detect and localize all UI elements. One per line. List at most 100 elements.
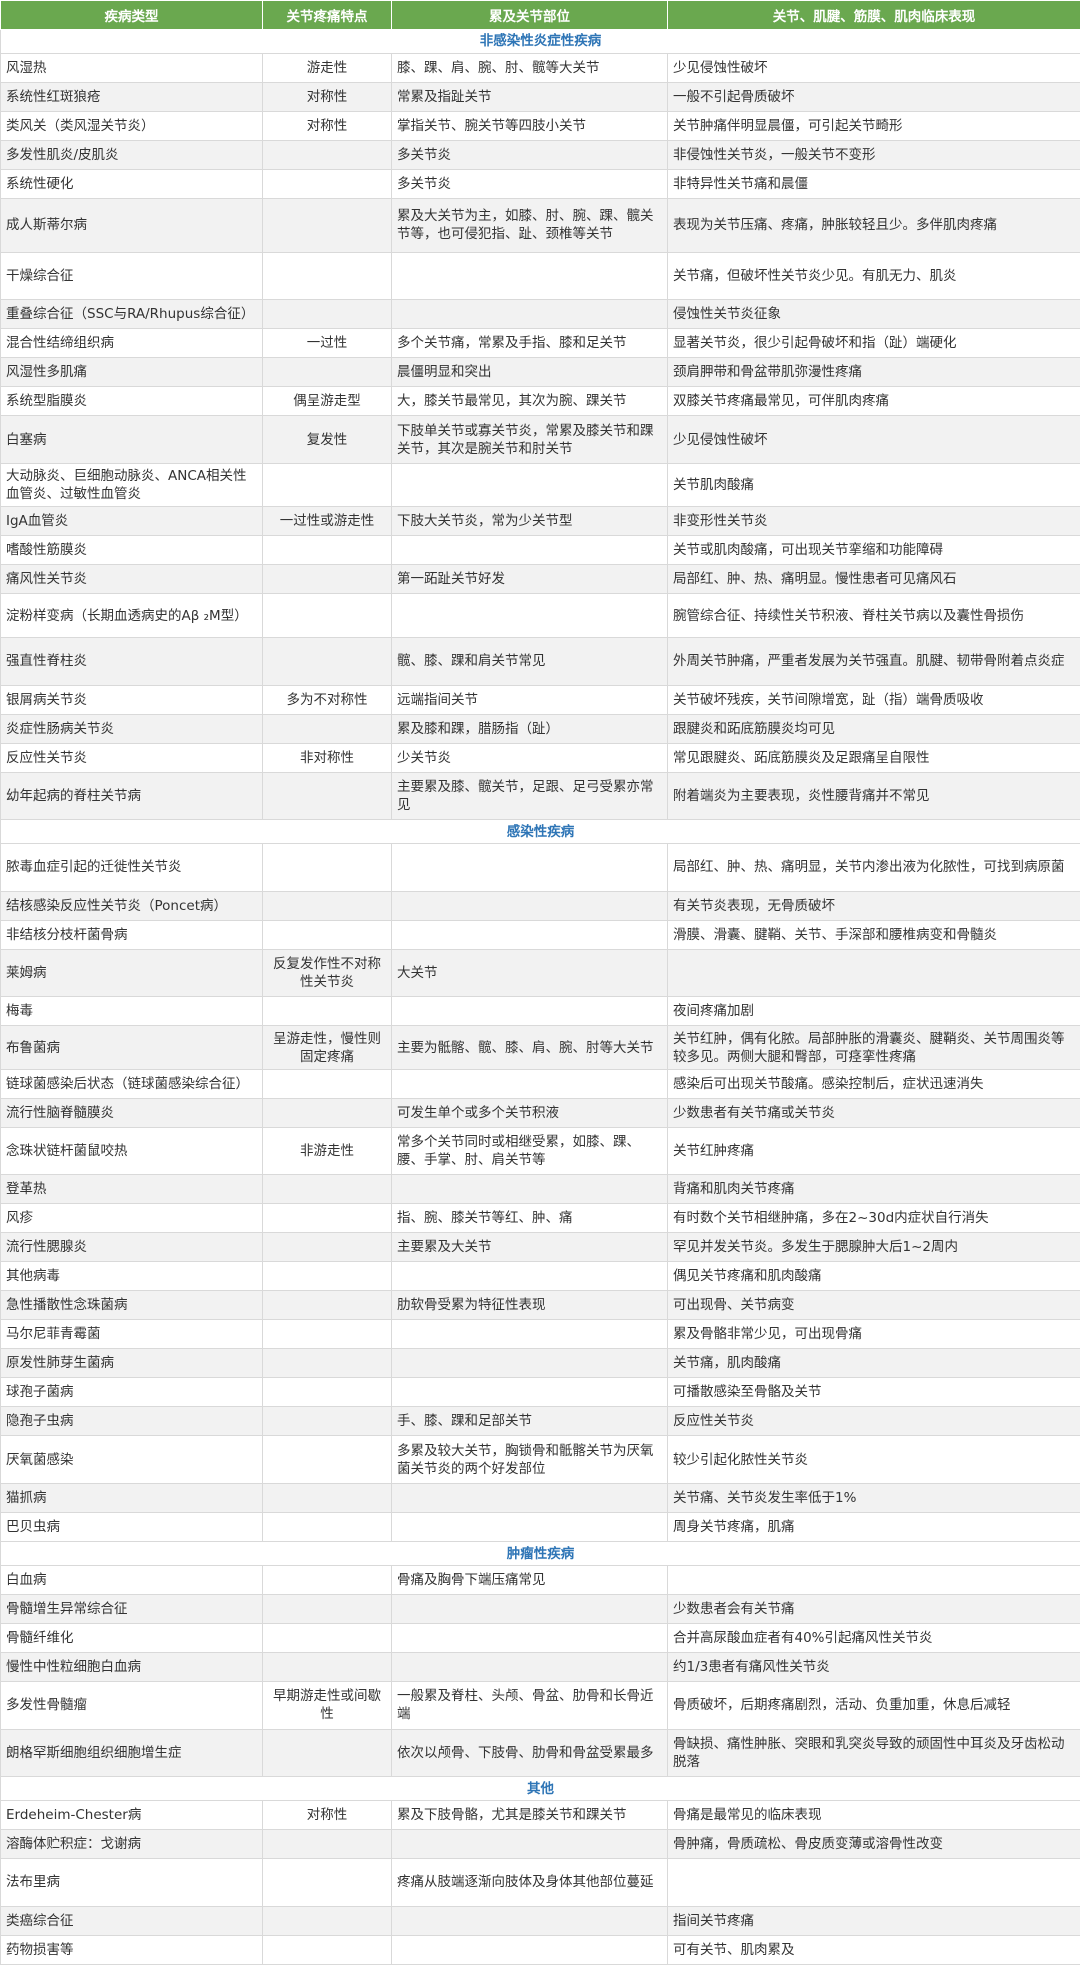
table-row: 登革热 背痛和肌肉关节疼痛 xyxy=(0,1174,1080,1205)
joint-site-cell xyxy=(391,1622,668,1653)
disease-name-cell: 多发性骨髓瘤 xyxy=(0,1680,263,1730)
pain-feature-cell: 非对称性 xyxy=(262,742,392,773)
disease-name-cell: 球孢子菌病 xyxy=(0,1377,263,1408)
pain-feature-cell xyxy=(262,1290,392,1321)
joint-site-cell xyxy=(391,1512,668,1543)
table-row: 法布里病 疼痛从肢端逐渐向肢体及身体其他部位蔓延 xyxy=(0,1858,1080,1907)
manifestation-cell: 夜间疼痛加剧 xyxy=(667,996,1080,1027)
joint-site-cell: 多关节炎 xyxy=(391,139,668,170)
table-row: 念珠状链杆菌鼠咬热 非游走性 常多个关节同时或相继受累，如膝、踝、腰、手掌、肘、肩关… xyxy=(0,1126,1080,1176)
disease-name-cell: 风疹 xyxy=(0,1203,263,1234)
manifestation-cell: 周身关节疼痛，肌痛 xyxy=(667,1512,1080,1543)
pain-feature-cell xyxy=(262,1348,392,1379)
disease-name-cell: 朗格罕斯细胞组织细胞增生症 xyxy=(0,1728,263,1778)
joint-site-cell: 大关节 xyxy=(391,948,668,998)
pain-feature-cell xyxy=(262,299,392,330)
joint-site-cell xyxy=(391,1934,668,1965)
manifestation-cell: 外周关节肿痛，严重者发展为关节强直。肌腱、韧带骨附着点炎症 xyxy=(667,636,1080,686)
disease-name-cell: 其他病毒 xyxy=(0,1261,263,1292)
joint-site-cell: 一般累及脊柱、头颅、骨盆、肋骨和长骨近端 xyxy=(391,1680,668,1730)
disease-name-cell: 流行性脑脊髓膜炎 xyxy=(0,1097,263,1128)
pain-feature-cell xyxy=(262,1651,392,1682)
table-row: 莱姆病 反复发作性不对称性关节炎 大关节 xyxy=(0,948,1080,998)
joint-site-cell: 多个关节痛，常累及手指、膝和足关节 xyxy=(391,328,668,359)
disease-name-cell: 类风关（类风湿关节炎） xyxy=(0,110,263,141)
manifestation-cell: 关节红肿疼痛 xyxy=(667,1126,1080,1176)
pain-feature-cell: 对称性 xyxy=(262,81,392,112)
manifestation-cell: 骨缺损、痛性肿胀、突眼和乳突炎导致的顽固性中耳炎及牙齿松动脱落 xyxy=(667,1728,1080,1778)
disease-name-cell: 淀粉样变病（长期血透病史的Aβ ₂M型） xyxy=(0,593,263,638)
pain-feature-cell: 一过性 xyxy=(262,328,392,359)
joint-site-cell: 髋、膝、踝和肩关节常见 xyxy=(391,636,668,686)
table-row: 系统性硬化 多关节炎 非特异性关节痛和晨僵 xyxy=(0,168,1080,199)
manifestation-cell: 可有关节、肌肉累及 xyxy=(667,1934,1080,1965)
manifestation-cell: 有关节炎表现，无骨质破坏 xyxy=(667,890,1080,921)
manifestation-cell: 一般不引起骨质破坏 xyxy=(667,81,1080,112)
joint-site-cell xyxy=(391,1348,668,1379)
pain-feature-cell xyxy=(262,1203,392,1234)
joint-site-cell: 疼痛从肢端逐渐向肢体及身体其他部位蔓延 xyxy=(391,1858,668,1907)
header-joint-pain-features: 关节疼痛特点 xyxy=(262,0,392,30)
joint-site-cell xyxy=(391,1174,668,1205)
disease-name-cell: 法布里病 xyxy=(0,1858,263,1907)
pain-feature-cell xyxy=(262,771,392,821)
joint-site-cell: 肋软骨受累为特征性表现 xyxy=(391,1290,668,1321)
disease-name-cell: 溶酶体贮积症：戈谢病 xyxy=(0,1829,263,1860)
section-row: 其他 xyxy=(0,1776,1080,1802)
manifestation-cell: 显著关节炎，很少引起骨破坏和指（趾）端硬化 xyxy=(667,328,1080,359)
disease-name-cell: 炎症性肠病关节炎 xyxy=(0,713,263,744)
table-row: IgA血管炎 一过性或游走性 下肢大关节炎，常为少关节型 非变形性关节炎 xyxy=(0,506,1080,537)
manifestation-cell: 合并高尿酸血症者有40%引起痛风性关节炎 xyxy=(667,1622,1080,1653)
pain-feature-cell: 非游走性 xyxy=(262,1126,392,1176)
joint-site-cell xyxy=(391,1651,668,1682)
table-row: 类癌综合征 指间关节疼痛 xyxy=(0,1905,1080,1936)
section-title: 肿瘤性疾病 xyxy=(0,1541,1080,1566)
pain-feature-cell xyxy=(262,535,392,566)
manifestation-cell: 反应性关节炎 xyxy=(667,1406,1080,1437)
joint-site-cell xyxy=(391,593,668,638)
pain-feature-cell xyxy=(262,996,392,1027)
joint-site-cell: 第一跖趾关节好发 xyxy=(391,564,668,595)
pain-feature-cell: 对称性 xyxy=(262,110,392,141)
disease-name-cell: 药物损害等 xyxy=(0,1934,263,1965)
pain-feature-cell: 游走性 xyxy=(262,52,392,83)
joint-site-cell xyxy=(391,1593,668,1624)
joint-site-cell xyxy=(391,843,668,892)
pain-feature-cell xyxy=(262,890,392,921)
pain-feature-cell xyxy=(262,1232,392,1263)
pain-feature-cell xyxy=(262,1483,392,1514)
joint-site-cell xyxy=(391,1377,668,1408)
table-row: 溶酶体贮积症：戈谢病 骨肿痛，骨质疏松、骨皮质变薄或溶骨性改变 xyxy=(0,1829,1080,1860)
section-row: 肿瘤性疾病 xyxy=(0,1541,1080,1566)
disease-name-cell: 结核感染反应性关节炎（Poncet病） xyxy=(0,890,263,921)
table-row: 成人斯蒂尔病 累及大关节为主，如膝、肘、腕、踝、髋关节等，也可侵犯指、趾、颈椎等关… xyxy=(0,197,1080,253)
joint-site-cell: 下肢单关节或寡关节炎，常累及膝关节和踝关节，其次是腕关节和肘关节 xyxy=(391,415,668,464)
joint-site-cell: 手、膝、踝和足部关节 xyxy=(391,1406,668,1437)
section-title: 非感染性炎症性疾病 xyxy=(0,29,1080,54)
joint-site-cell xyxy=(391,535,668,566)
joint-site-cell: 多关节炎 xyxy=(391,168,668,199)
table-row: 重叠综合征（SSC与RA/Rhupus综合征） 侵蚀性关节炎征象 xyxy=(0,299,1080,330)
pain-feature-cell xyxy=(262,1406,392,1437)
disease-name-cell: 原发性肺芽生菌病 xyxy=(0,1348,263,1379)
manifestation-cell: 非变形性关节炎 xyxy=(667,506,1080,537)
pain-feature-cell xyxy=(262,1097,392,1128)
manifestation-cell: 可播散感染至骨骼及关节 xyxy=(667,1377,1080,1408)
pain-feature-cell xyxy=(262,1564,392,1595)
pain-feature-cell xyxy=(262,1319,392,1350)
manifestation-cell: 关节肿痛伴明显晨僵，可引起关节畸形 xyxy=(667,110,1080,141)
pain-feature-cell: 呈游走性，慢性则固定疼痛 xyxy=(262,1025,392,1070)
pain-feature-cell xyxy=(262,843,392,892)
joint-site-cell: 膝、踝、肩、腕、肘、髋等大关节 xyxy=(391,52,668,83)
pain-feature-cell: 偶呈游走型 xyxy=(262,386,392,417)
pain-feature-cell xyxy=(262,1905,392,1936)
table-row: 风疹 指、腕、膝关节等红、肿、痛 有时数个关节相继肿痛，多在2~30d内症状自行消失 xyxy=(0,1203,1080,1234)
pain-feature-cell xyxy=(262,139,392,170)
manifestation-cell: 感染后可出现关节酸痛。感染控制后，症状迅速消失 xyxy=(667,1068,1080,1099)
disease-name-cell: 成人斯蒂尔病 xyxy=(0,197,263,253)
table-row: 药物损害等 可有关节、肌肉累及 xyxy=(0,1934,1080,1965)
disease-name-cell: 隐孢子虫病 xyxy=(0,1406,263,1437)
joint-site-cell: 远端指间关节 xyxy=(391,684,668,715)
table-row: 多发性骨髓瘤 早期游走性或间歇性 一般累及脊柱、头颅、骨盆、肋骨和长骨近端 骨质破坏，… xyxy=(0,1680,1080,1730)
pain-feature-cell xyxy=(262,357,392,388)
